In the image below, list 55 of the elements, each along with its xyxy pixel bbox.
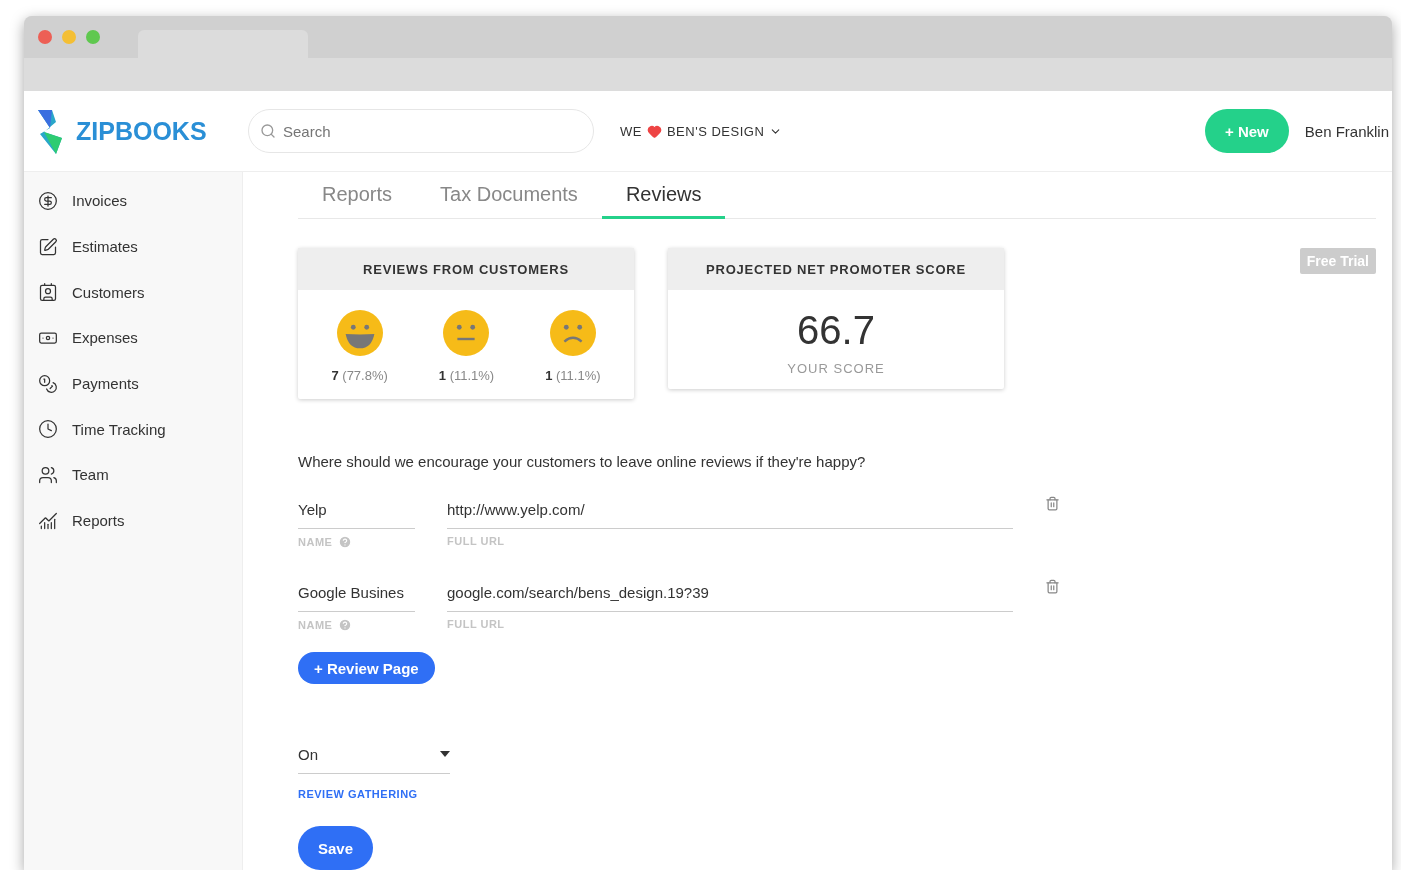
coins-icon: [38, 373, 58, 394]
field-label: FULL URL: [447, 618, 506, 630]
minimize-icon[interactable]: [62, 30, 76, 44]
sidebar-item[interactable]: Reports: [24, 497, 242, 544]
clock-icon: [38, 419, 58, 440]
name-field[interactable]: Google Busines: [298, 573, 415, 612]
people-icon: [38, 464, 58, 485]
sidebar-item[interactable]: Team: [24, 452, 242, 498]
sidebar-item[interactable]: Customers: [24, 269, 242, 316]
company-switcher[interactable]: WE BEN'S DESIGN: [620, 123, 783, 139]
maximize-icon[interactable]: [86, 30, 100, 44]
name-field[interactable]: Yelp: [298, 490, 415, 529]
contact-card-icon: [38, 282, 58, 303]
review-gathering-select[interactable]: On: [298, 735, 450, 774]
sidebar-item[interactable]: Time Tracking: [24, 406, 242, 453]
tab[interactable]: Tax Documents: [416, 172, 602, 219]
score-caption: YOUR SCORE: [786, 361, 886, 376]
sidebar-item[interactable]: Payments: [24, 360, 242, 407]
trash-icon[interactable]: [1045, 496, 1060, 511]
neutral-face-icon: [443, 310, 490, 356]
add-review-page-button[interactable]: + Review Page: [298, 652, 435, 684]
review-count: 1 (11.1%): [438, 368, 495, 383]
question-text: Where should we encourage your customers to leave online reviews if they're happy?: [298, 453, 867, 470]
field-label: NAME: [298, 536, 333, 548]
smiling-face-icon: [336, 310, 383, 356]
frowning-face-icon: [549, 310, 596, 356]
search-field[interactable]: Search: [248, 109, 594, 153]
trash-icon[interactable]: [1045, 579, 1060, 594]
help-icon[interactable]: [338, 535, 353, 549]
card-title: PROJECTED NET PROMOTER SCORE: [668, 248, 1004, 290]
sidebar-item[interactable]: Expenses: [24, 315, 242, 361]
help-icon[interactable]: [338, 618, 353, 632]
review-count: 7 (77.8%): [331, 368, 388, 383]
tab[interactable]: Reports: [298, 172, 417, 219]
field-label: NAME: [298, 619, 333, 631]
review-count: 1 (11.1%): [545, 368, 601, 383]
score-value: 66.7: [796, 308, 876, 353]
field-label: REVIEW GATHERING: [298, 788, 419, 800]
tab[interactable]: Reviews: [601, 172, 726, 219]
bar-chart-icon: [38, 510, 58, 531]
search-icon: [260, 123, 276, 139]
card-title: REVIEWS FROM CUSTOMERS: [298, 248, 634, 290]
url-field[interactable]: google.com/search/bens_design.19?39: [447, 573, 1013, 612]
save-button[interactable]: Save: [298, 826, 374, 870]
caret-icon: [440, 751, 450, 757]
pen-square-icon: [38, 236, 58, 257]
field-label: FULL URL: [447, 535, 506, 547]
brand-name: ZIPBOOKS: [76, 116, 207, 146]
sidebar-item[interactable]: Invoices: [24, 178, 242, 224]
user-name[interactable]: Ben Franklin: [1304, 122, 1389, 140]
sidebar-item[interactable]: Estimates: [24, 223, 242, 270]
heart-icon: [646, 123, 662, 139]
dollar-circle-icon: [38, 190, 58, 211]
url-field[interactable]: http://www.yelp.com/: [447, 490, 1013, 529]
close-icon[interactable]: [38, 30, 52, 44]
